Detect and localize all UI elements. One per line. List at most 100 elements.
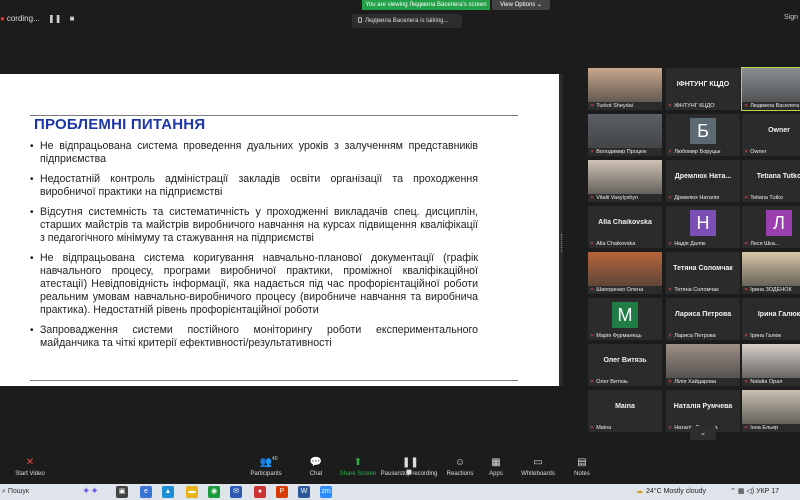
participant-video	[742, 68, 800, 102]
start-video-label: Start Video	[15, 471, 45, 477]
whiteboards-label: Whiteboards	[521, 471, 555, 477]
muted-mic-icon: ✕	[668, 333, 673, 339]
talking-text: Людмила Васелега is talking...	[365, 18, 449, 24]
participant-name: Любомир Боруцьк	[674, 149, 721, 155]
volume-icon[interactable]: ◁)	[746, 488, 754, 495]
weather-widget[interactable]: ☁ 24°C Mostly cloudy	[636, 486, 706, 498]
pause-icon[interactable]: ❚❚	[48, 14, 61, 23]
system-tray[interactable]: ⌃ ▦ ◁) УКР 17	[730, 486, 779, 498]
participant-tile[interactable]: ✕ Людмила Васелега	[741, 67, 800, 111]
network-icon[interactable]: ▦	[738, 488, 745, 495]
participant-video	[742, 390, 800, 424]
participant-tile[interactable]: Лариса Петрова ✕ Лариса Петрова	[666, 298, 740, 340]
participant-display-name: Дремлюх Ната...	[674, 173, 732, 180]
participant-video	[742, 252, 800, 286]
participant-name: Vitalii Vasylyshyn	[596, 195, 639, 201]
muted-mic-icon: ✕	[590, 149, 595, 155]
slide-bullet: Не відпрацьована система коригування нав…	[30, 252, 478, 317]
participant-display-name: Лариса Петрова	[674, 311, 732, 318]
view-options-label: View Options	[500, 2, 536, 8]
start-video-button[interactable]: ✕ Start Video	[0, 454, 60, 478]
weather-cloud-sun-icon: ☁	[636, 488, 643, 495]
participant-display-name: Maina	[615, 403, 635, 410]
participant-name: Natalia Орал	[750, 379, 783, 385]
participant-name: Tetiana Tutko	[750, 195, 783, 201]
sign-in-link[interactable]: Sign	[784, 14, 798, 21]
zoom-app-icon[interactable]: zm	[320, 486, 332, 498]
participant-tile[interactable]: ✕ Володимир Процюк	[588, 114, 662, 156]
participant-name-label: ✕ Turkot Sheydai	[588, 103, 662, 109]
task-view-icon[interactable]: ▣	[116, 486, 128, 498]
participant-tile[interactable]: Дремлюх Ната... ✕ Дремлюх Наталія	[666, 160, 740, 202]
chat-icon: 💬	[309, 457, 323, 468]
participant-display-name: Олег Витязь	[603, 357, 647, 364]
participant-display-name: Tetiana Tutko	[756, 173, 800, 180]
participant-tile[interactable]: Олег Витязь ✕ Олег Витязь	[588, 344, 662, 386]
participant-tile[interactable]: Н ✕ Надія Даляк	[666, 206, 740, 248]
participant-tile[interactable]: Tetiana Tutko ✕ Tetiana Tutko	[742, 160, 800, 202]
viewing-banner: You are viewing Людмила Васелега's scree…	[362, 0, 490, 10]
mail-icon[interactable]: ✉	[230, 486, 242, 498]
muted-mic-icon: ✕	[590, 425, 595, 431]
participant-tile[interactable]: Ірина Галюк ✕ Ірина Галюк	[742, 298, 800, 340]
active-speaker-label: Людмила Васелега is talking...	[352, 14, 462, 28]
participant-name: Володимир Процюк	[596, 149, 647, 155]
participant-display-name: ІФНТУНГ КЦДО	[676, 81, 730, 88]
app-icon-red[interactable]: ●	[254, 486, 266, 498]
participant-tile[interactable]: ✕ Шапоренко Олена	[588, 252, 662, 294]
participant-name: Надія Даляк	[674, 241, 706, 247]
participant-tile[interactable]: Alla Chaikovska ✕ Alla Chaikovska	[588, 206, 662, 248]
stop-icon[interactable]: ■	[70, 14, 75, 23]
participant-display-name: Наталія Румчева	[673, 403, 733, 410]
view-options-button[interactable]: View Options ⌄	[492, 0, 550, 10]
participant-tile[interactable]: Б ✕ Любомир Боруцьк	[666, 114, 740, 156]
recording-indicator[interactable]: ● cording... ❚❚ ■	[0, 14, 74, 23]
participant-name: Owner	[750, 149, 767, 155]
muted-mic-icon: ✕	[590, 195, 595, 201]
pause-recording-label: Pause/stop recording	[380, 471, 438, 477]
muted-mic-icon: ✕	[590, 287, 595, 293]
participant-name: Ірина Галюк	[750, 333, 781, 339]
copilot-sparkle-icon[interactable]: ✦✦	[82, 485, 99, 499]
participant-tile[interactable]: ✕ Ірина ЗОДЕНОК	[742, 252, 800, 294]
chrome-icon[interactable]: ◉	[208, 486, 220, 498]
participant-name-label: ✕ Vitalii Vasylyshyn	[588, 195, 662, 201]
notes-icon: ▤	[577, 457, 587, 468]
powerpoint-icon[interactable]: P	[276, 486, 288, 498]
chevron-down-icon: ⌄	[699, 428, 707, 437]
participant-tile[interactable]: ✕ Natalia Орал	[742, 344, 800, 386]
edge-browser-icon[interactable]: e	[140, 486, 152, 498]
clock[interactable]: 17	[771, 488, 779, 495]
word-icon[interactable]: W	[298, 486, 310, 498]
chevron-up-icon[interactable]: ⌃	[730, 488, 736, 495]
participant-tile[interactable]: ✕ Vitalii Vasylyshyn	[588, 160, 662, 202]
participant-tile[interactable]: Maina ✕ Maina	[588, 390, 662, 432]
file-explorer-icon[interactable]: ▬	[186, 486, 198, 498]
participant-name-label: ✕ Alla Chaikovska	[588, 241, 662, 247]
taskbar-search-box[interactable]: ⌕ Пошук	[0, 486, 70, 498]
panel-splitter[interactable]	[559, 74, 563, 386]
participant-tile[interactable]: ✕ Turkot Sheydai	[588, 68, 662, 110]
participant-tile[interactable]: ✕ Лілія Хайдарова	[666, 344, 740, 386]
participant-tile[interactable]: Owner ✕ Owner	[742, 114, 800, 156]
muted-mic-icon: ✕	[744, 149, 749, 155]
muted-mic-icon: ✕	[744, 425, 749, 431]
participant-tile[interactable]: Тетяна Соломчак ✕ Тетяна Соломчак	[666, 252, 740, 294]
participant-name-label: ✕ Леся Шка...	[742, 241, 800, 247]
muted-mic-icon: ✕	[590, 333, 595, 339]
muted-mic-icon: ✕	[744, 195, 749, 201]
store-icon[interactable]: ▲	[162, 486, 174, 498]
splitter-handle-icon[interactable]	[561, 234, 563, 252]
participants-count: 40	[272, 456, 278, 462]
video-off-icon: ✕	[25, 457, 35, 468]
notes-button[interactable]: ▤ Notes	[552, 454, 612, 478]
participant-tile[interactable]: ІФНТУНГ КЦДО ✕ ІФНТУНГ КЦДО	[666, 68, 740, 110]
gallery-next-page-button[interactable]: ⌄	[690, 426, 716, 440]
language-indicator[interactable]: УКР	[756, 488, 769, 495]
search-icon: ⌕	[2, 488, 6, 495]
participant-video	[742, 344, 800, 378]
participant-tile[interactable]: ✕ Інна Ельяр	[742, 390, 800, 432]
participant-tile[interactable]: М ✕ Марія Фурманець	[588, 298, 662, 340]
participant-name-label: ✕ Лілія Хайдарова	[666, 379, 740, 385]
participant-tile[interactable]: Л ✕ Леся Шка...	[742, 206, 800, 248]
